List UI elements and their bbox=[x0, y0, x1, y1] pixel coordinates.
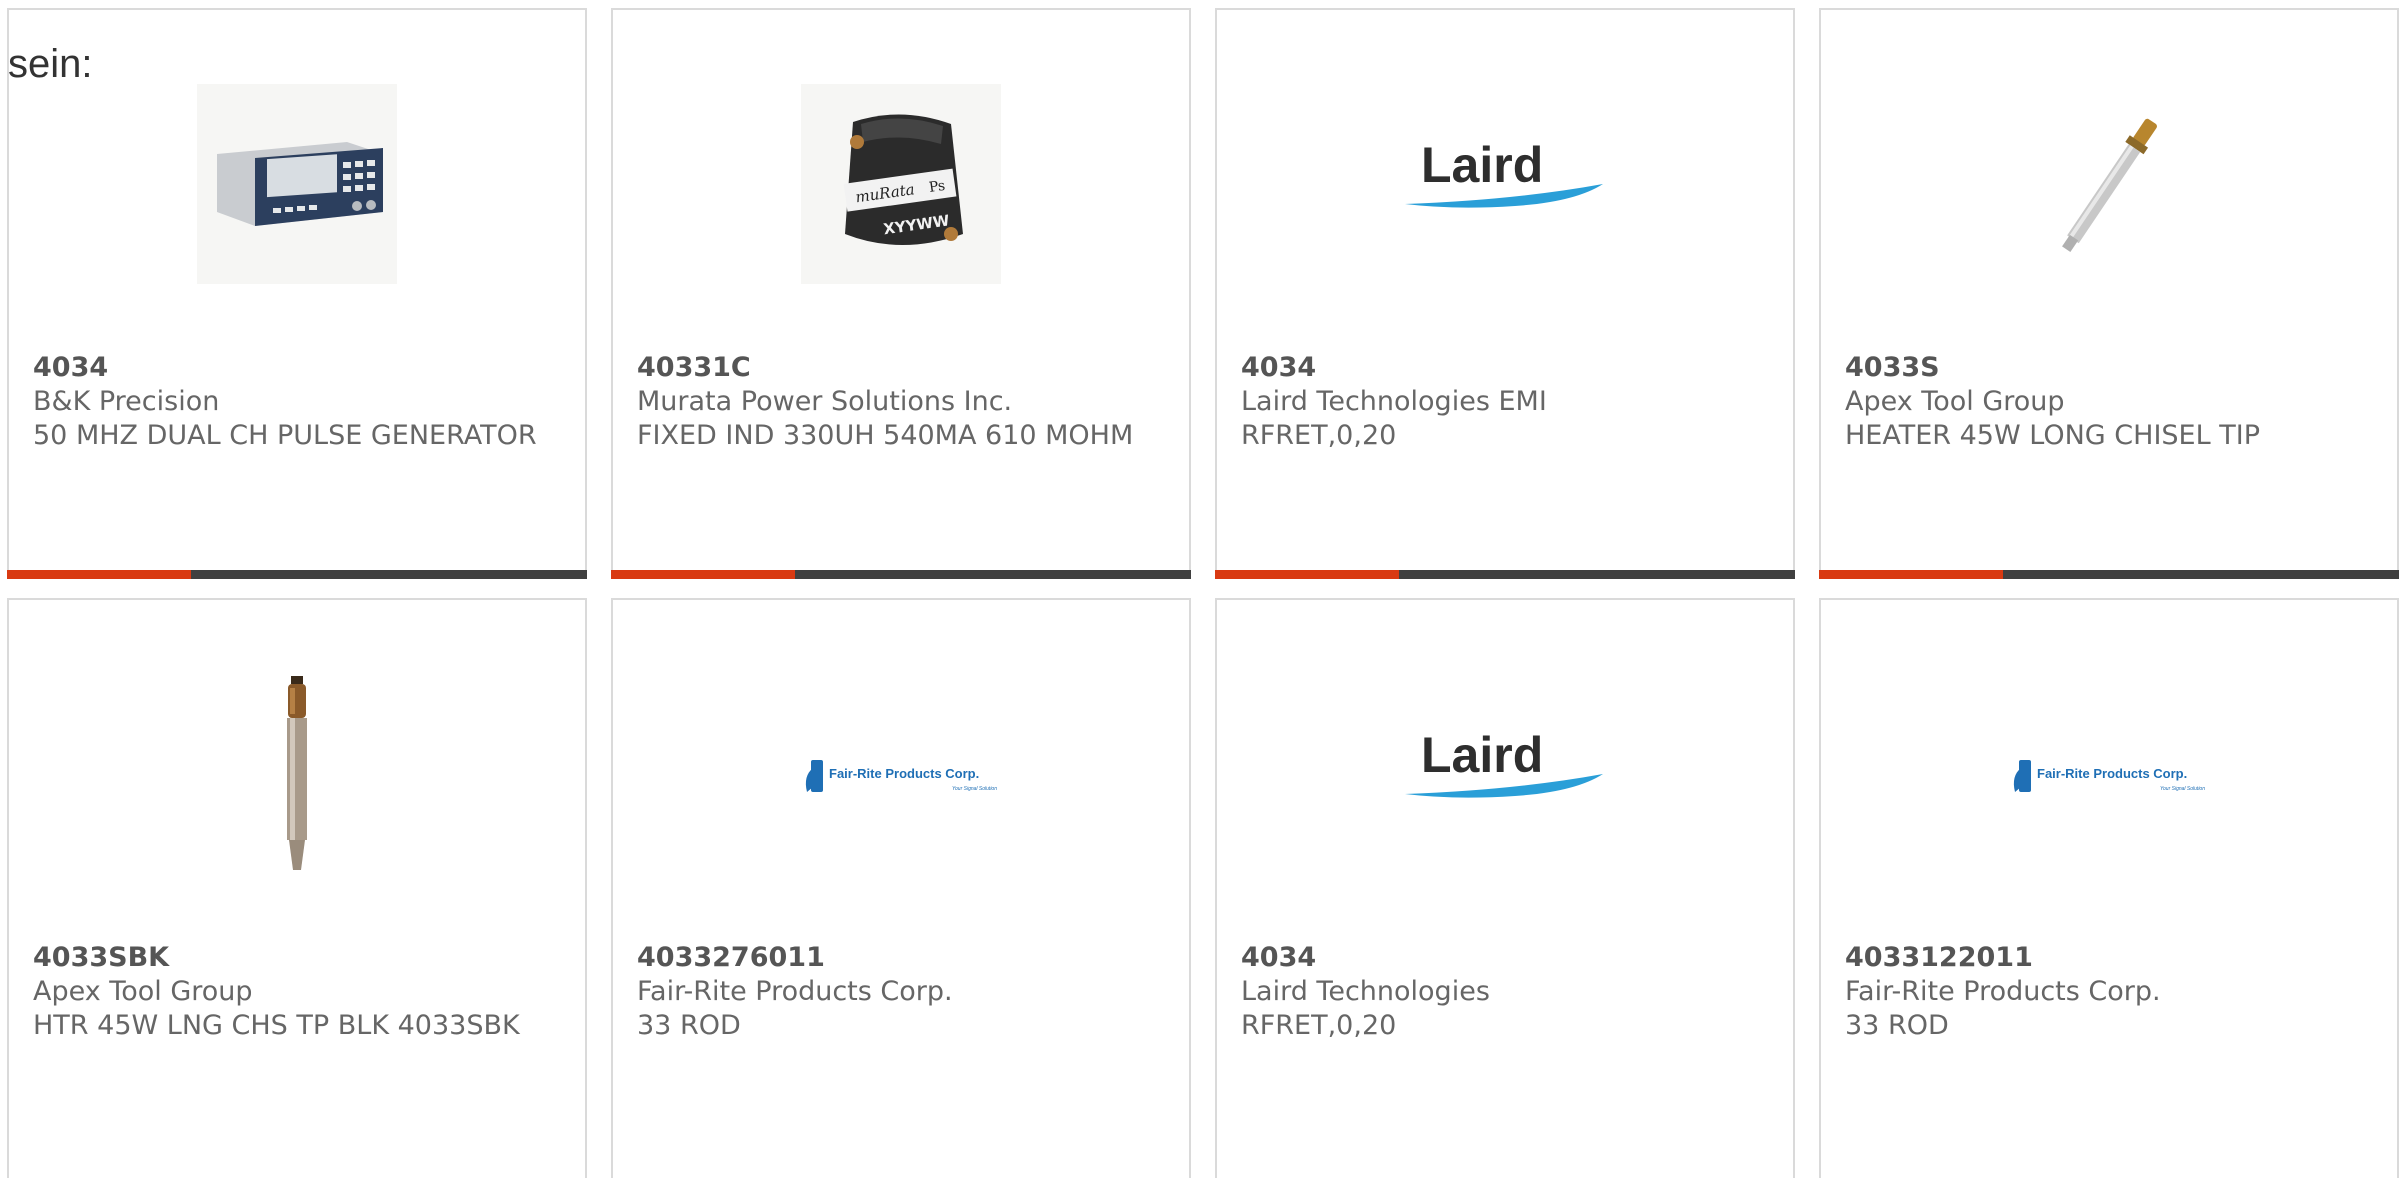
manufacturer: Fair-Rite Products Corp. bbox=[1845, 976, 2161, 1007]
part-number[interactable]: 4033122011 bbox=[1845, 941, 2365, 975]
ps-label: Ps bbox=[928, 178, 946, 196]
manufacturer: Apex Tool Group bbox=[33, 976, 253, 1007]
product-card[interactable]: Fair-Rite Products Corp. Your Signal Sol… bbox=[1819, 598, 2399, 1178]
product-card[interactable]: 4033SBK Apex Tool Group HTR 45W LNG CHS … bbox=[7, 598, 587, 1178]
card-accent-bar bbox=[1215, 570, 1795, 579]
fair-rite-tagline: Your Signal Solution bbox=[952, 786, 997, 792]
description: HEATER 45W LONG CHISEL TIP bbox=[1845, 420, 2260, 451]
part-number[interactable]: 4033276011 bbox=[637, 941, 1157, 975]
card-accent-segment bbox=[1819, 570, 2003, 579]
description: 33 ROD bbox=[637, 1010, 741, 1041]
section-heading: sein: bbox=[8, 42, 93, 86]
product-card[interactable]: 4034 B&K Precision 50 MHZ DUAL CH PULSE … bbox=[7, 8, 587, 579]
part-number[interactable]: 4034 bbox=[1241, 351, 1761, 385]
fair-rite-logo-text: Fair-Rite Products Corp. bbox=[2037, 766, 2187, 781]
fair-rite-logo-icon: Fair-Rite Products Corp. Your Signal Sol… bbox=[801, 674, 1001, 874]
soldering-heater-icon bbox=[2009, 84, 2209, 284]
laird-logo-icon: Laird bbox=[1405, 84, 1605, 284]
product-card[interactable]: 4033S Apex Tool Group HEATER 45W LONG CH… bbox=[1819, 8, 2399, 579]
manufacturer: B&K Precision bbox=[33, 386, 220, 417]
manufacturer: Apex Tool Group bbox=[1845, 386, 2065, 417]
pulse-generator-icon bbox=[197, 84, 397, 284]
laird-logo-icon: Laird bbox=[1405, 674, 1605, 874]
description: FIXED IND 330UH 540MA 610 MOHM bbox=[637, 420, 1134, 451]
fair-rite-logo-icon: Fair-Rite Products Corp. Your Signal Sol… bbox=[2009, 674, 2209, 874]
description: 33 ROD bbox=[1845, 1010, 1949, 1041]
soldering-tip-icon bbox=[197, 674, 397, 874]
manufacturer: Laird Technologies bbox=[1241, 976, 1490, 1007]
part-number[interactable]: 4034 bbox=[33, 351, 553, 385]
card-accent-bar bbox=[1819, 570, 2399, 579]
laird-logo-text: Laird bbox=[1421, 137, 1543, 193]
manufacturer: Fair-Rite Products Corp. bbox=[637, 976, 953, 1007]
product-card[interactable]: Fair-Rite Products Corp. Your Signal Sol… bbox=[611, 598, 1191, 1178]
description: HTR 45W LNG CHS TP BLK 4033SBK bbox=[33, 1010, 520, 1041]
part-number[interactable]: 40331C bbox=[637, 351, 1157, 385]
card-accent-segment bbox=[1215, 570, 1399, 579]
manufacturer: Laird Technologies EMI bbox=[1241, 386, 1547, 417]
fair-rite-logo-text: Fair-Rite Products Corp. bbox=[829, 766, 979, 781]
inductor-icon: muRata Ps XYYWW bbox=[801, 84, 1001, 284]
manufacturer: Murata Power Solutions Inc. bbox=[637, 386, 1013, 417]
card-accent-bar bbox=[7, 570, 587, 579]
part-number[interactable]: 4033SBK bbox=[33, 941, 553, 975]
description: RFRET,0,20 bbox=[1241, 1010, 1397, 1041]
part-number[interactable]: 4034 bbox=[1241, 941, 1761, 975]
part-number[interactable]: 4033S bbox=[1845, 351, 2365, 385]
description: 50 MHZ DUAL CH PULSE GENERATOR bbox=[33, 420, 537, 451]
card-accent-segment bbox=[7, 570, 191, 579]
product-card[interactable]: muRata Ps XYYWW 40331C Murata Power Solu… bbox=[611, 8, 1191, 579]
card-accent-segment bbox=[611, 570, 795, 579]
description: RFRET,0,20 bbox=[1241, 420, 1397, 451]
product-card[interactable]: Laird 4034 Laird Technologies EMI RFRET,… bbox=[1215, 8, 1795, 579]
product-card[interactable]: Laird 4034 Laird Technologies RFRET,0,20 bbox=[1215, 598, 1795, 1178]
fair-rite-tagline: Your Signal Solution bbox=[2160, 786, 2205, 792]
card-accent-bar bbox=[611, 570, 1191, 579]
product-grid: 4034 B&K Precision 50 MHZ DUAL CH PULSE … bbox=[0, 0, 2400, 1178]
laird-logo-text: Laird bbox=[1421, 727, 1543, 783]
